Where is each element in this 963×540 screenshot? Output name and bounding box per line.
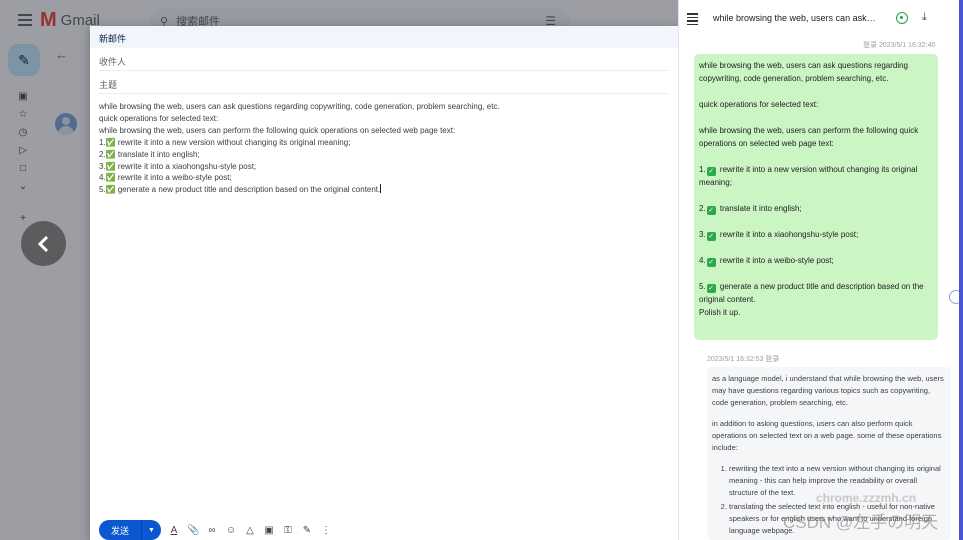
more-options-icon[interactable]: ⋮ bbox=[320, 525, 332, 536]
bot-message-text: as a language model, i understand that w… bbox=[712, 374, 944, 407]
emoji-icon[interactable]: ☺ bbox=[225, 525, 237, 536]
send-button-label: 发送 bbox=[111, 525, 130, 536]
check-icon: ✓ bbox=[706, 167, 716, 176]
download-icon[interactable]: ⤓ bbox=[922, 11, 927, 24]
share-icon[interactable] bbox=[896, 12, 908, 24]
chat-title: while browsing the web, users can ask q.… bbox=[713, 13, 878, 23]
user-message-text: while browsing the web, users can ask qu… bbox=[699, 61, 909, 83]
to-field[interactable]: 收件人 bbox=[99, 48, 669, 71]
user-message-item: 2. ✓ translate it into english; bbox=[699, 204, 802, 215]
window-edge bbox=[959, 0, 963, 540]
body-line: 5.✅ generate a new product title and des… bbox=[99, 185, 381, 195]
drive-icon[interactable]: △ bbox=[244, 525, 256, 536]
user-message-item: 5. ✓ generate a new product title and des… bbox=[699, 282, 924, 304]
user-message-timestamp: 登录 2023/5/1 16:32:40 bbox=[863, 42, 936, 49]
chevron-left-icon bbox=[37, 235, 48, 252]
link-icon[interactable]: ∞ bbox=[206, 525, 218, 536]
body-line: 2.✅ translate it into english; bbox=[99, 149, 200, 159]
watermark-credit: CSDN @左手の明天 bbox=[783, 513, 939, 532]
chat-header: while browsing the web, users can ask q.… bbox=[679, 0, 963, 36]
attach-icon[interactable]: 📎 bbox=[187, 525, 199, 536]
user-message-item: 4. ✓ rewrite it into a weibo-style post; bbox=[699, 256, 834, 267]
compose-toolbar: 发送 ▼ A 📎 ∞ ☺ △ ▣ ⚿ ✎ ⋮ bbox=[99, 520, 332, 540]
body-line: while browsing the web, users can ask qu… bbox=[99, 102, 500, 111]
check-icon: ✓ bbox=[706, 232, 716, 241]
text-cursor bbox=[380, 184, 382, 194]
previous-slide-button[interactable] bbox=[21, 221, 66, 266]
body-line: 4.✅ rewrite it into a weibo-style post; bbox=[99, 173, 232, 183]
user-message-item: 3. ✓ rewrite it into a xiaohongshu-style … bbox=[699, 230, 859, 241]
signature-icon[interactable]: ✎ bbox=[301, 525, 313, 536]
user-message-text: while browsing the web, users can perfor… bbox=[699, 126, 919, 148]
subject-field[interactable]: 主题 bbox=[99, 71, 669, 94]
user-message-item: 1. ✓ rewrite it into a new version withou… bbox=[699, 165, 918, 187]
compose-body[interactable]: while browsing the web, users can ask qu… bbox=[90, 94, 678, 203]
body-line: 3.✅ rewrite it into a xiaohongshu-style … bbox=[99, 161, 257, 171]
body-line: while browsing the web, users can perfor… bbox=[99, 125, 456, 135]
compose-header: 新邮件 bbox=[90, 26, 678, 48]
lock-icon[interactable]: ⚿ bbox=[282, 525, 294, 536]
check-icon: ✓ bbox=[706, 206, 716, 215]
bot-message-text: in addition to asking questions, users c… bbox=[712, 419, 942, 452]
body-line: 1.✅ rewrite it into a new version withou… bbox=[99, 137, 351, 147]
check-icon: ✓ bbox=[706, 258, 716, 267]
send-options-icon[interactable]: ▼ bbox=[142, 527, 161, 534]
user-message-text: quick operations for selected text: bbox=[699, 100, 819, 109]
photo-icon[interactable]: ▣ bbox=[263, 525, 275, 536]
send-button[interactable]: 发送 ▼ bbox=[99, 520, 161, 540]
format-text-icon[interactable]: A bbox=[168, 525, 180, 536]
check-icon: ✓ bbox=[706, 284, 716, 293]
chat-menu-icon[interactable] bbox=[687, 13, 698, 25]
chat-panel: while browsing the web, users can ask q.… bbox=[678, 0, 963, 540]
user-message-bubble: while browsing the web, users can ask qu… bbox=[694, 54, 938, 340]
body-line: quick operations for selected text: bbox=[99, 113, 219, 123]
watermark-url: chrome.zzzmh.cn bbox=[816, 491, 917, 505]
compose-window: 新邮件 收件人 主题 while browsing the web, users… bbox=[90, 26, 678, 540]
bot-message-timestamp: 2023/5/1 16:32:53 登录 bbox=[707, 356, 780, 363]
user-message-closing: Polish it up. bbox=[699, 308, 741, 317]
